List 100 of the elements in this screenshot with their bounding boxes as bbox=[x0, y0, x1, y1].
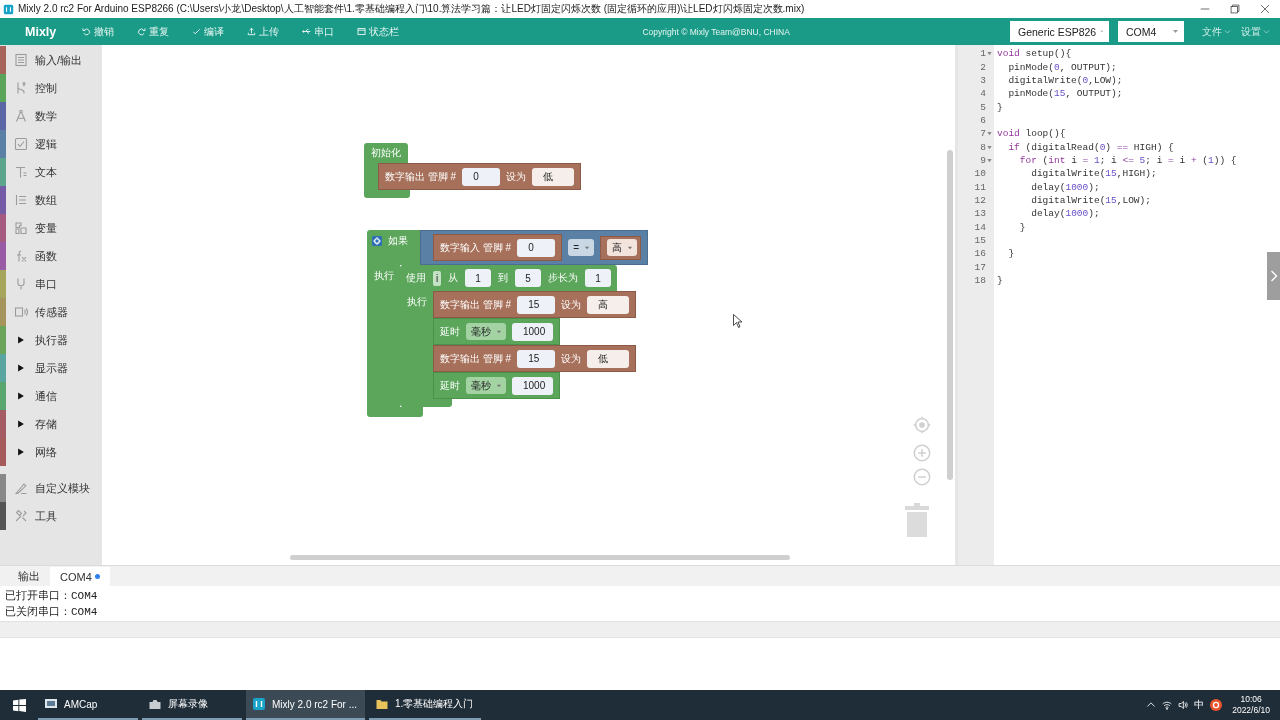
line-number: 9 bbox=[980, 154, 986, 166]
level-field[interactable]: 高 bbox=[587, 295, 630, 314]
fold-arrow-icon[interactable] bbox=[987, 131, 992, 137]
number-field[interactable]: 0 bbox=[462, 167, 501, 186]
category-item[interactable]: 执行器 bbox=[0, 326, 102, 354]
category-item[interactable]: 数学 bbox=[0, 102, 102, 130]
category-item[interactable]: 文本 bbox=[0, 158, 102, 186]
number-field[interactable]: 1000 bbox=[512, 376, 554, 395]
category-item[interactable]: 工具 bbox=[0, 502, 102, 530]
recenter-button[interactable] bbox=[913, 416, 931, 434]
code-line: delay(1000); bbox=[1031, 181, 1100, 193]
output-line: 已打开串口：COM4 bbox=[5, 589, 98, 604]
vertical-scrollbar[interactable] bbox=[947, 150, 953, 480]
block-label: 执行 bbox=[373, 270, 394, 282]
taskbar-button[interactable]: Mixly 2.0 rc2 For ... bbox=[246, 690, 365, 720]
category-item[interactable]: 串口 bbox=[0, 270, 102, 298]
serial-input-field[interactable] bbox=[0, 621, 1280, 638]
code-line: for (int i = 1; i <= 5; i = i + (1)) { bbox=[1019, 154, 1237, 166]
caret-icon bbox=[496, 328, 502, 335]
caret-icon bbox=[496, 382, 502, 389]
level-field[interactable]: 低 bbox=[532, 167, 575, 186]
panel-toggle-button[interactable] bbox=[1267, 252, 1280, 300]
blocks-icon bbox=[14, 221, 28, 235]
line-number: 7 bbox=[980, 128, 986, 140]
redo-icon bbox=[137, 27, 147, 36]
variable-field[interactable]: i bbox=[433, 270, 442, 286]
category-item[interactable]: 自定义模块 bbox=[0, 474, 102, 502]
fold-arrow-icon[interactable] bbox=[987, 144, 992, 150]
level-field[interactable]: 低 bbox=[587, 349, 630, 368]
digital-write-block[interactable]: 数字输出 管脚 # 15 设为 高 bbox=[433, 291, 637, 318]
ime-indicator[interactable]: 中 bbox=[1194, 698, 1205, 712]
category-item[interactable]: 逻辑 bbox=[0, 130, 102, 158]
gear-icon[interactable] bbox=[372, 236, 382, 246]
category-item[interactable]: 传感器 bbox=[0, 298, 102, 326]
code-line: } bbox=[1019, 221, 1026, 233]
digital-write-block[interactable]: 数字输出 管脚 # 0 设为 低 bbox=[378, 163, 582, 190]
digital-read-block[interactable]: 数字输入 管脚 # 0 bbox=[433, 234, 563, 261]
taskbar-button[interactable]: 屏幕录像 bbox=[142, 690, 242, 720]
pen-icon bbox=[14, 481, 28, 495]
restore-icon bbox=[1230, 4, 1240, 14]
block-label: 如果 bbox=[388, 235, 408, 247]
fold-arrow-icon[interactable] bbox=[987, 51, 992, 57]
taskbar-button[interactable]: AMCap bbox=[38, 690, 138, 720]
category-item[interactable]: 变量 bbox=[0, 214, 102, 242]
block-label: 延时 bbox=[440, 325, 460, 338]
number-field[interactable]: 15 bbox=[517, 295, 556, 314]
zoom-out-button[interactable] bbox=[913, 468, 931, 486]
line-number: 12 bbox=[974, 194, 986, 206]
panel-tab[interactable]: 输出 bbox=[8, 567, 50, 586]
line-number: 2 bbox=[980, 61, 986, 73]
block-label: 使用 bbox=[406, 272, 426, 284]
horizontal-scrollbar[interactable] bbox=[290, 555, 790, 560]
block-label: 数字输出 管脚 # bbox=[440, 352, 512, 365]
fold-arrow-icon[interactable] bbox=[987, 157, 992, 163]
number-field[interactable]: 15 bbox=[517, 349, 556, 368]
list-icon bbox=[14, 53, 28, 67]
level-dropdown[interactable]: 高 bbox=[606, 239, 637, 256]
delay-block[interactable]: 延时 毫秒 1000 bbox=[433, 372, 561, 399]
monitor-icon bbox=[44, 697, 58, 711]
category-item[interactable]: 输入/输出 bbox=[0, 46, 102, 74]
category-item[interactable]: 存储 bbox=[0, 410, 102, 438]
category-item[interactable]: 通信 bbox=[0, 382, 102, 410]
code-line: if (digitalRead(0) == HIGH) { bbox=[1008, 141, 1174, 153]
number-field[interactable]: 5 bbox=[515, 269, 542, 287]
number-field[interactable]: 1 bbox=[465, 269, 492, 287]
caret-icon bbox=[583, 244, 590, 251]
line-number: 17 bbox=[974, 261, 986, 273]
category-item[interactable]: 数组 bbox=[0, 186, 102, 214]
digital-write-block[interactable]: 数字输出 管脚 # 15 设为 低 bbox=[433, 345, 637, 372]
number-field[interactable]: 1 bbox=[585, 269, 612, 287]
taskbar-button[interactable]: 1.零基础编程入门 bbox=[369, 690, 482, 720]
operator-dropdown[interactable]: = bbox=[568, 239, 594, 256]
block-foot bbox=[364, 190, 410, 198]
unit-dropdown[interactable]: 毫秒 bbox=[466, 323, 506, 340]
panel-tab[interactable]: COM4 bbox=[50, 567, 110, 586]
category-item[interactable]: 函数 bbox=[0, 242, 102, 270]
volume-icon[interactable] bbox=[1178, 700, 1189, 710]
signal-box-icon bbox=[14, 305, 28, 319]
line-number: 4 bbox=[980, 88, 986, 100]
category-item[interactable]: 网络 bbox=[0, 438, 102, 466]
port-select[interactable]: COM4 bbox=[1118, 21, 1184, 42]
category-item[interactable]: 显示器 bbox=[0, 354, 102, 382]
unit-dropdown[interactable]: 毫秒 bbox=[466, 377, 506, 394]
number-field[interactable]: 1000 bbox=[512, 322, 554, 341]
line-number: 18 bbox=[974, 275, 986, 286]
zoom-in-button[interactable] bbox=[913, 444, 931, 462]
block-label: 初始化 bbox=[371, 147, 401, 159]
ime-logo-icon[interactable] bbox=[1210, 699, 1223, 711]
delay-block[interactable]: 延时 毫秒 1000 bbox=[433, 318, 561, 345]
code-line: digitalWrite(15,HIGH); bbox=[1031, 168, 1157, 180]
board-select[interactable]: Generic ESP826 bbox=[1010, 21, 1109, 42]
level-block[interactable]: 高 bbox=[599, 235, 641, 260]
number-field[interactable]: 0 bbox=[517, 238, 556, 257]
output-line: 已关闭串口：COM4 bbox=[5, 605, 98, 620]
folder-icon bbox=[375, 697, 389, 711]
line-number: 14 bbox=[974, 221, 986, 233]
compare-block[interactable]: 数字输入 管脚 # 0 = 高 bbox=[420, 230, 648, 265]
list-icon bbox=[14, 193, 28, 207]
wifi-icon[interactable] bbox=[1162, 700, 1173, 710]
category-item[interactable]: 控制 bbox=[0, 74, 102, 102]
